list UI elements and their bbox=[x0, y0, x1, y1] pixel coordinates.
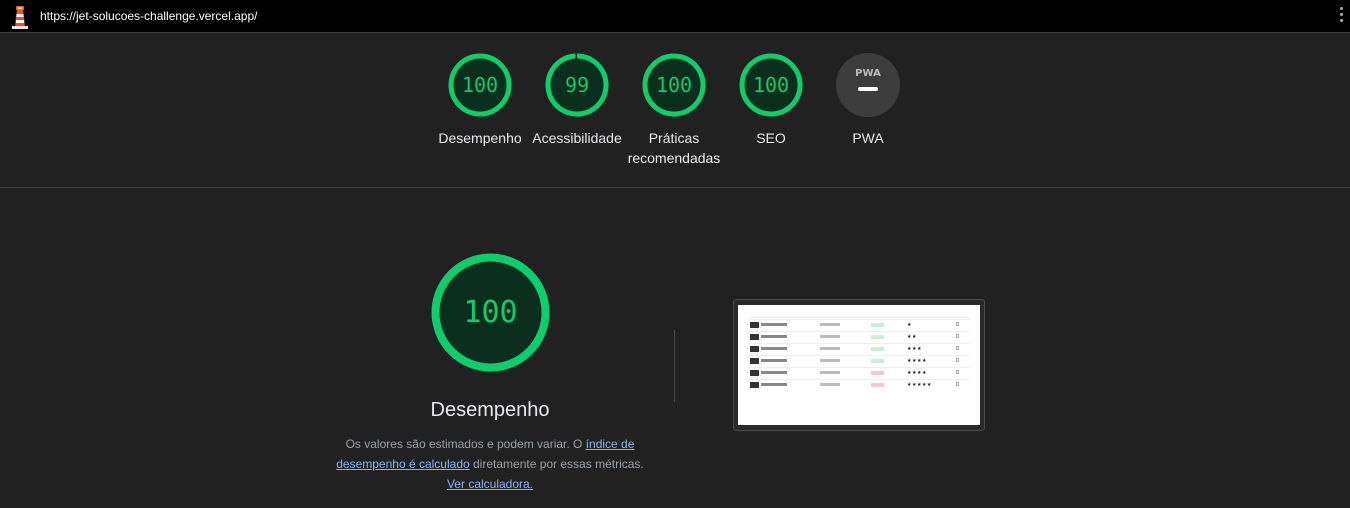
vertical-separator bbox=[674, 330, 675, 402]
gauge-praticas[interactable]: 100 Práticas recomendadas bbox=[624, 52, 724, 168]
mini-action-icon bbox=[956, 346, 959, 350]
lighthouse-icon bbox=[12, 6, 28, 29]
category-gauges: 100 Desempenho 99 Acessibilidade 100 Prá… bbox=[0, 52, 1350, 182]
section-divider bbox=[0, 187, 1350, 188]
mini-text bbox=[820, 347, 840, 350]
mini-table-row: ★★★★★ bbox=[748, 379, 970, 390]
gauge-label: Desempenho bbox=[438, 130, 522, 146]
mini-thumb bbox=[750, 358, 759, 364]
mini-text bbox=[820, 335, 840, 338]
mini-thumb bbox=[750, 346, 759, 352]
gauge-seo[interactable]: 100 SEO bbox=[721, 52, 821, 148]
performance-title: Desempenho bbox=[430, 399, 550, 421]
mini-text bbox=[761, 359, 787, 362]
performance-description: Os valores são estimados e podem variar.… bbox=[335, 434, 645, 494]
mini-thumb bbox=[750, 370, 759, 376]
mini-text bbox=[820, 359, 840, 362]
mini-action-icon bbox=[956, 370, 959, 374]
mini-rating: ★★ bbox=[907, 334, 917, 340]
mini-text bbox=[820, 383, 840, 386]
kebab-menu-icon[interactable] bbox=[1338, 7, 1344, 25]
mini-table-row: ★★★★ bbox=[748, 367, 970, 378]
score-value: 100 bbox=[462, 73, 498, 97]
mini-rating: ★ bbox=[907, 322, 912, 328]
gauge-desempenho[interactable]: 100 Desempenho bbox=[430, 52, 530, 148]
pwa-badge-text: PWA bbox=[855, 68, 881, 79]
mini-text bbox=[761, 347, 787, 350]
score-value: 100 bbox=[753, 73, 789, 97]
score-gauge: 100 bbox=[448, 53, 512, 117]
mini-thumb bbox=[750, 322, 759, 328]
report-topbar: https://jet-solucoes-challenge.vercel.ap… bbox=[0, 0, 1350, 33]
mini-rating: ★★★ bbox=[907, 346, 922, 352]
mini-rating: ★★★★ bbox=[907, 358, 927, 364]
gauge-pwa[interactable]: PWA PWA bbox=[818, 52, 918, 148]
mini-status bbox=[871, 371, 884, 375]
gauge-acessibilidade[interactable]: 99 Acessibilidade bbox=[527, 52, 627, 148]
mini-action-icon bbox=[956, 322, 959, 326]
mini-status bbox=[871, 335, 884, 339]
mini-table-row: ★ bbox=[748, 319, 970, 330]
mini-text bbox=[761, 323, 787, 326]
mini-text bbox=[761, 383, 787, 386]
gauge-label: Práticas recomendadas bbox=[627, 130, 721, 166]
mini-status bbox=[871, 323, 884, 327]
mini-status bbox=[871, 359, 884, 363]
gauge-label: SEO bbox=[756, 130, 786, 146]
score-value: 99 bbox=[565, 73, 589, 97]
desc-text-1: Os valores são estimados e podem variar.… bbox=[345, 437, 586, 451]
screenshot-image: ★ ★★ ★★★ ★★★★ ★★★★ ★★★★★ bbox=[738, 305, 980, 425]
page-url: https://jet-solucoes-challenge.vercel.ap… bbox=[40, 9, 258, 23]
gauge-label: Acessibilidade bbox=[532, 130, 622, 146]
mini-text bbox=[820, 371, 840, 374]
desc-text-2: diretamente por essas métricas. bbox=[469, 457, 644, 471]
mini-rating: ★★★★ bbox=[907, 370, 927, 376]
score-gauge: 100 bbox=[739, 53, 803, 117]
mini-status bbox=[871, 383, 884, 387]
mini-text bbox=[820, 323, 840, 326]
mini-action-icon bbox=[956, 334, 959, 338]
mini-action-icon bbox=[956, 358, 959, 362]
mini-thumb bbox=[750, 382, 759, 388]
performance-score: 100 bbox=[463, 295, 517, 330]
mini-text bbox=[761, 335, 787, 338]
score-gauge: 100 bbox=[642, 53, 706, 117]
mini-action-icon bbox=[956, 382, 959, 386]
score-gauge: 99 bbox=[545, 53, 609, 117]
mini-table-row: ★★★★ bbox=[748, 355, 970, 366]
calculator-link[interactable]: Ver calculadora. bbox=[447, 477, 533, 491]
mini-table-row: ★★★ bbox=[748, 343, 970, 354]
final-screenshot[interactable]: ★ ★★ ★★★ ★★★★ ★★★★ ★★★★★ bbox=[733, 299, 985, 431]
mini-rating: ★★★★★ bbox=[907, 382, 932, 388]
score-value: 100 bbox=[656, 73, 692, 97]
gauge-label: PWA bbox=[852, 130, 884, 146]
mini-table-row: ★★ bbox=[748, 331, 970, 342]
mini-table-header bbox=[750, 311, 970, 318]
mini-text bbox=[761, 371, 787, 374]
mini-thumb bbox=[750, 334, 759, 340]
performance-gauge: 100 bbox=[431, 253, 550, 372]
pwa-badge-icon: PWA bbox=[836, 53, 900, 117]
mini-status bbox=[871, 347, 884, 351]
